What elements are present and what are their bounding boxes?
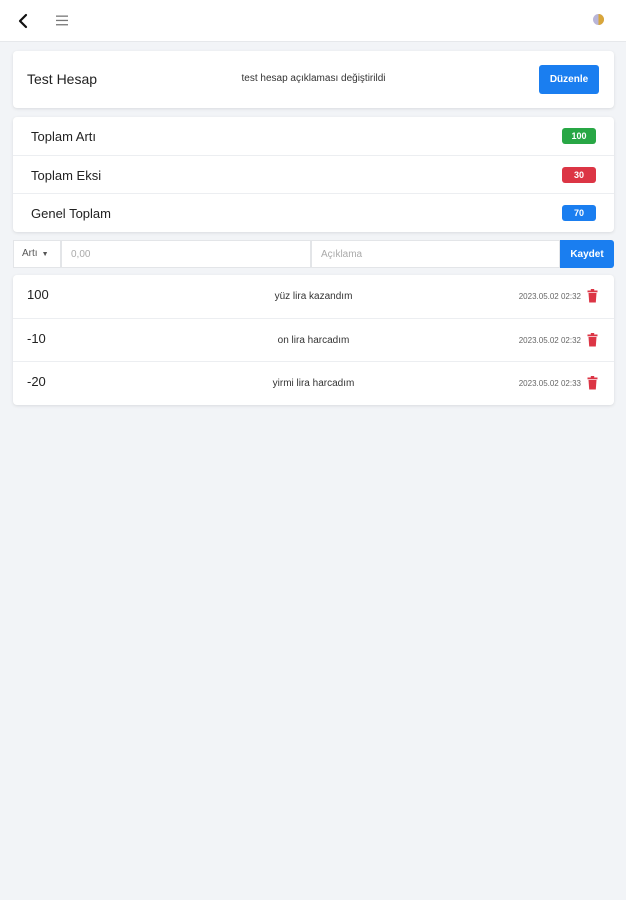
- type-select-value: Artı: [22, 248, 38, 259]
- total-general-label: Genel Toplam: [31, 206, 111, 221]
- account-description: test hesap açıklaması değiştirildi: [241, 73, 386, 84]
- list-item: -10 on lira harcadım 2023.05.02 02:32: [13, 318, 614, 361]
- amount-input[interactable]: [61, 240, 311, 268]
- type-select[interactable]: Artı ▼: [13, 240, 61, 268]
- save-button[interactable]: Kaydet: [560, 240, 614, 268]
- entries-list: 100 yüz lira kazandım 2023.05.02 02:32 -…: [13, 275, 614, 405]
- total-plus-label: Toplam Artı: [31, 129, 97, 144]
- totals-card: Toplam Artı 100 Toplam Eksi 30 Genel Top…: [13, 117, 614, 232]
- total-minus-badge: 30: [562, 167, 596, 183]
- total-row-general: Genel Toplam 70: [13, 193, 614, 231]
- total-general-badge: 70: [562, 205, 596, 221]
- list-item: -20 yirmi lira harcadım 2023.05.02 02:33: [13, 361, 614, 404]
- avatar-icon[interactable]: [592, 13, 605, 26]
- entry-form: Artı▼ Kaydet: [13, 240, 614, 268]
- top-app-bar: [0, 0, 626, 42]
- entry-timestamp: 2023.05.02 02:32: [518, 336, 581, 345]
- total-row-plus: Toplam Artı 100: [13, 117, 614, 155]
- total-row-minus: Toplam Eksi 30: [13, 155, 614, 193]
- trash-icon[interactable]: [587, 289, 598, 303]
- entry-amount: -20: [27, 374, 46, 389]
- chevron-left-icon[interactable]: [16, 12, 30, 30]
- total-minus-label: Toplam Eksi: [31, 168, 102, 183]
- entry-timestamp: 2023.05.02 02:32: [518, 292, 581, 301]
- trash-icon[interactable]: [587, 333, 598, 347]
- edit-button[interactable]: Düzenle: [539, 65, 599, 94]
- entry-timestamp: 2023.05.02 02:33: [518, 379, 581, 388]
- account-card: Test Hesap test hesap açıklaması değişti…: [13, 51, 614, 108]
- account-name: Test Hesap: [27, 71, 98, 87]
- list-item: 100 yüz lira kazandım 2023.05.02 02:32: [13, 275, 614, 318]
- caret-down-icon: ▼: [41, 251, 49, 258]
- entry-amount: 100: [27, 287, 49, 302]
- trash-icon[interactable]: [587, 376, 598, 390]
- total-plus-badge: 100: [562, 128, 596, 144]
- entry-amount: -10: [27, 331, 46, 346]
- hamburger-menu-icon[interactable]: [55, 14, 69, 27]
- description-input[interactable]: [311, 240, 560, 268]
